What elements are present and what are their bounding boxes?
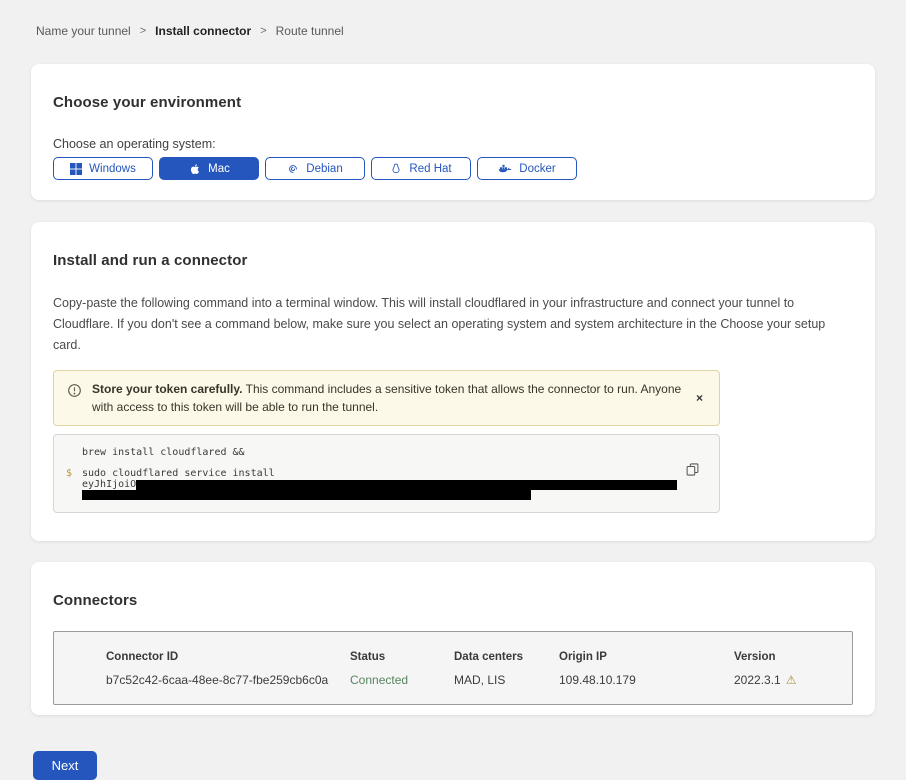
install-description: Copy-paste the following command into a …: [53, 293, 853, 356]
os-button-docker[interactable]: Docker: [477, 157, 577, 180]
column-status: Status: [350, 651, 454, 663]
token-warning-banner: Store your token carefully. This command…: [53, 370, 720, 426]
code-line-2: $ sudo cloudflared service install: [66, 468, 703, 479]
breadcrumb-separator: >: [260, 25, 266, 37]
os-button-label: Windows: [89, 163, 136, 175]
shell-prompt: $: [66, 468, 82, 479]
breadcrumb: Name your tunnel > Install connector > R…: [0, 0, 906, 38]
redacted-token-bar: [136, 480, 677, 490]
install-card-title: Install and run a connector: [53, 252, 853, 269]
code-line-4: [66, 490, 703, 500]
os-button-windows[interactable]: Windows: [53, 157, 153, 180]
os-button-mac[interactable]: Mac: [159, 157, 259, 180]
install-connector-card: Install and run a connector Copy-paste t…: [31, 222, 875, 541]
os-button-label: Mac: [208, 163, 230, 175]
breadcrumb-route-tunnel[interactable]: Route tunnel: [276, 24, 344, 38]
token-prefix: eyJhIjoiO: [82, 479, 136, 490]
windows-icon: [70, 163, 82, 175]
table-row: b7c52c42-6caa-48ee-8c77-fbe259cb6c0a Con…: [106, 673, 852, 687]
environment-card-title: Choose your environment: [53, 94, 853, 111]
docker-icon: [498, 163, 512, 174]
code-text: eyJhIjoiO: [82, 479, 677, 490]
os-button-group: Windows Mac Debian: [53, 157, 853, 180]
connectors-table-header: Connector ID Status Data centers Origin …: [106, 651, 852, 663]
os-button-label: Debian: [306, 163, 342, 175]
connectors-card: Connectors Connector ID Status Data cent…: [31, 562, 875, 715]
debian-icon: [287, 163, 299, 175]
os-select-label: Choose an operating system:: [53, 137, 853, 151]
next-button[interactable]: Next: [33, 751, 97, 780]
column-version: Version: [734, 651, 852, 663]
os-button-debian[interactable]: Debian: [265, 157, 365, 180]
data-centers-value: MAD, LIS: [454, 673, 559, 687]
close-icon[interactable]: ×: [692, 389, 707, 407]
connectors-table: Connector ID Status Data centers Origin …: [53, 631, 853, 705]
os-button-label: Docker: [519, 163, 555, 175]
breadcrumb-separator: >: [140, 25, 146, 37]
status-badge: Connected: [350, 673, 454, 687]
breadcrumb-name-your-tunnel[interactable]: Name your tunnel: [36, 24, 131, 38]
column-data-centers: Data centers: [454, 651, 559, 663]
install-command-codeblock[interactable]: brew install cloudflared && $ sudo cloud…: [53, 434, 720, 513]
connectors-card-title: Connectors: [53, 592, 853, 609]
redhat-icon: [390, 162, 402, 175]
alert-circle-icon: [67, 383, 82, 403]
token-warning-text: Store your token carefully. This command…: [92, 380, 682, 416]
origin-ip-value: 109.48.10.179: [559, 673, 734, 687]
copy-icon[interactable]: [686, 463, 699, 479]
column-connector-id: Connector ID: [106, 651, 350, 663]
code-text: sudo cloudflared service install: [82, 468, 275, 479]
code-line-3: eyJhIjoiO: [66, 479, 703, 490]
breadcrumb-install-connector[interactable]: Install connector: [155, 24, 251, 38]
apple-icon: [188, 162, 201, 176]
redacted-token-bar: [82, 490, 531, 500]
column-origin-ip: Origin IP: [559, 651, 734, 663]
os-button-label: Red Hat: [409, 163, 451, 175]
environment-card: Choose your environment Choose an operat…: [31, 64, 875, 200]
code-text: brew install cloudflared &&: [82, 447, 245, 458]
os-button-redhat[interactable]: Red Hat: [371, 157, 471, 180]
token-warning-title: Store your token carefully.: [92, 382, 243, 396]
connector-id-value: b7c52c42-6caa-48ee-8c77-fbe259cb6c0a: [106, 673, 350, 687]
version-value: 2022.3.1 ⚠: [734, 673, 852, 687]
warning-triangle-icon[interactable]: ⚠: [786, 673, 797, 687]
code-line-1: brew install cloudflared &&: [66, 447, 703, 458]
